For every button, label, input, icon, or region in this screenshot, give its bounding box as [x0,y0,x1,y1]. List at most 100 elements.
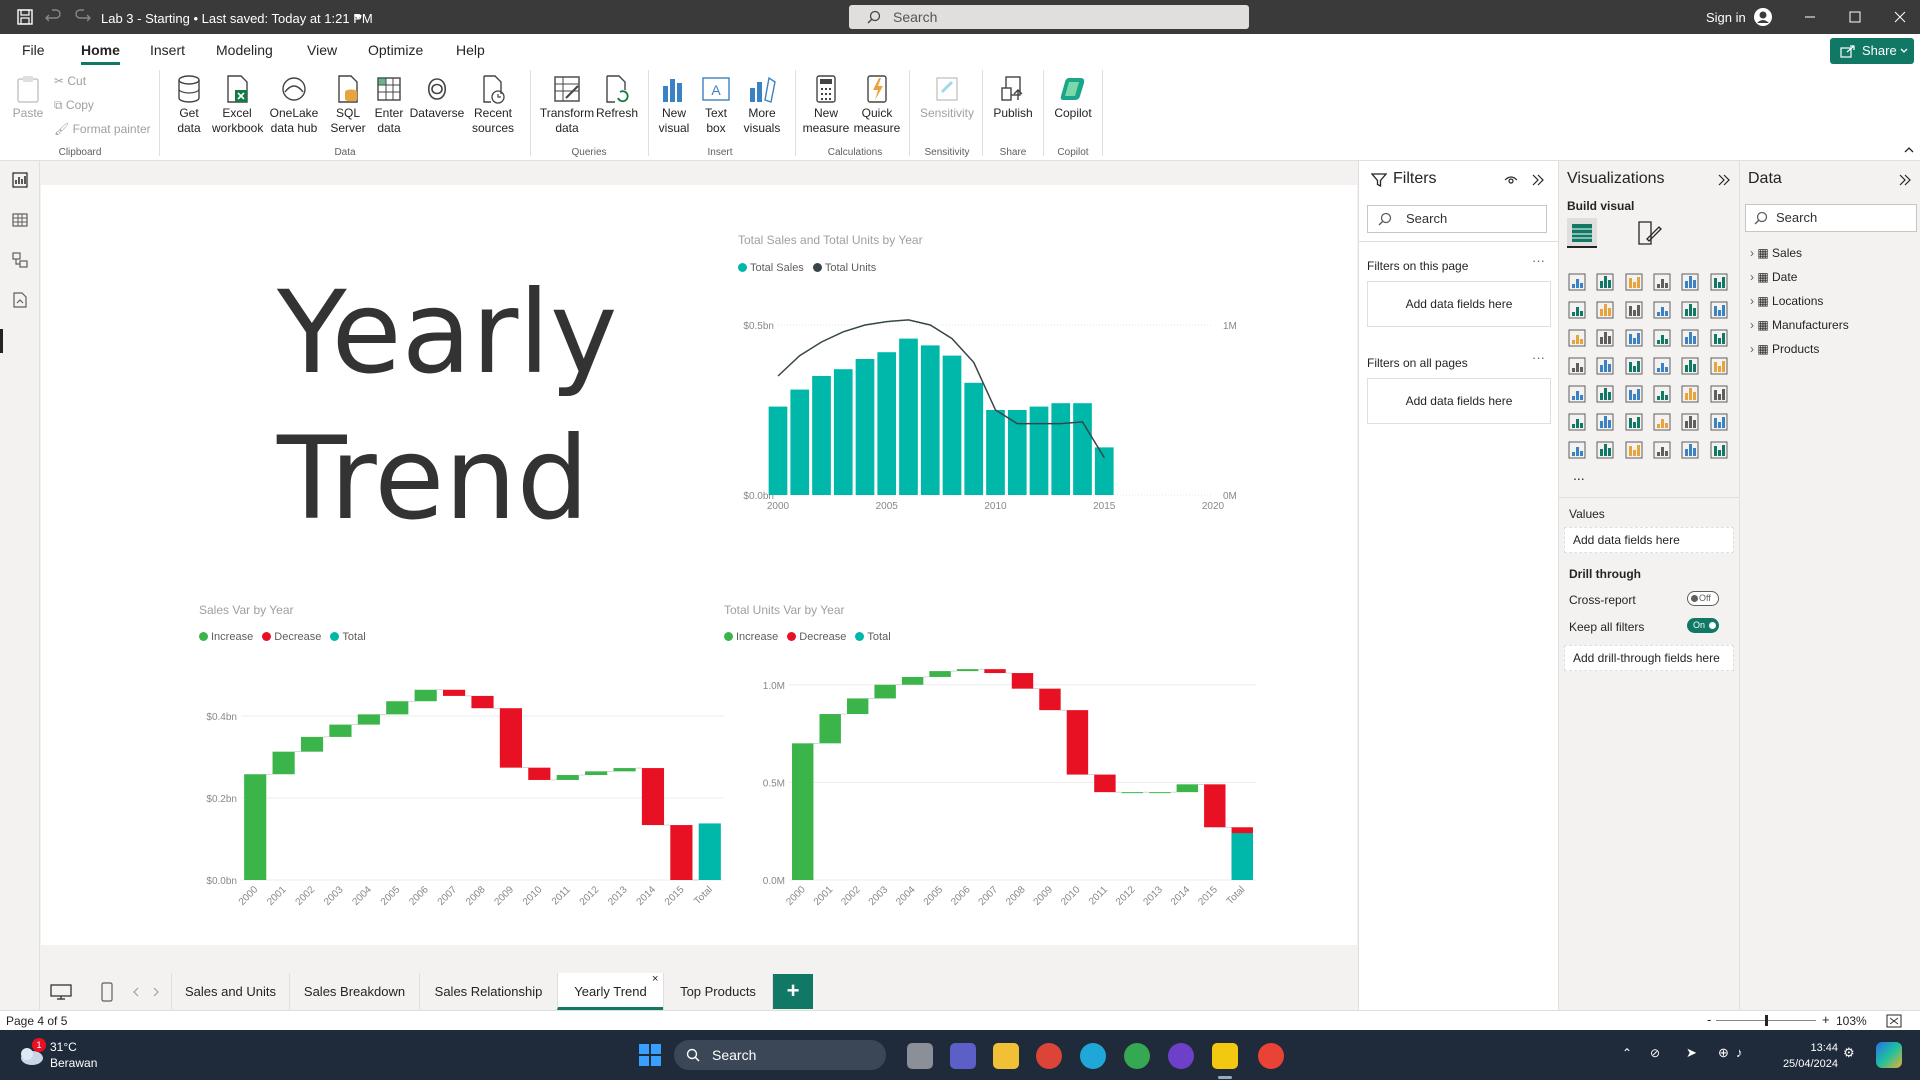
scatter-icon[interactable] [1624,328,1644,348]
metrics-icon[interactable] [1709,412,1729,432]
legend-item[interactable]: Total [855,631,891,643]
table-item-locations[interactable]: › ▦ Locations [1750,294,1823,308]
minimize-icon[interactable] [1800,8,1820,26]
100-column-icon[interactable] [1709,272,1729,292]
table-item-manufacturers[interactable]: › ▦ Manufacturers [1750,318,1849,332]
filters-search-input[interactable]: Search [1367,205,1547,233]
add-page-button[interactable]: + [773,974,813,1009]
treemap-icon[interactable] [1709,328,1729,348]
location-icon[interactable]: ➤ [1686,1045,1697,1061]
data-search-input[interactable]: Search [1745,204,1917,232]
legend-item[interactable]: Total Units [812,262,876,274]
mobile-layout-icon[interactable] [100,982,114,1002]
text-box-button[interactable]: A Text box [698,74,734,136]
format-painter-button[interactable]: 🖌 Format painter [54,122,151,136]
paginated-report-icon[interactable] [1567,440,1587,460]
cut-button[interactable]: ✂ Cut [54,74,86,88]
transform-data-button[interactable]: Transform data [538,74,596,136]
paste-button[interactable]: Paste [10,74,46,121]
funnel-icon[interactable] [1595,328,1615,348]
legend-item[interactable]: Decrease [262,631,321,643]
table-item-sales[interactable]: › ▦ Sales [1750,246,1802,260]
sql-server-button[interactable]: SQL Server [328,74,368,136]
clustered-column-icon[interactable] [1652,272,1672,292]
maximize-icon[interactable] [1845,8,1865,26]
publish-button[interactable]: Publish [990,74,1036,121]
r-visual-icon[interactable] [1709,384,1729,404]
tab-sales-and-units[interactable]: Sales and Units [171,973,289,1010]
fit-to-page-icon[interactable] [1886,1014,1902,1028]
save-icon[interactable] [16,8,34,26]
collapse-ribbon-icon[interactable] [1904,146,1914,154]
account-icon[interactable] [1753,7,1773,27]
shape-map-icon[interactable] [1624,356,1644,376]
drill-through-well[interactable]: Add drill-through fields here [1564,645,1734,671]
gauge-icon[interactable] [1680,356,1700,376]
donut-icon[interactable] [1680,328,1700,348]
table-icon[interactable] [1652,384,1672,404]
clock[interactable]: 13:44 25/04/2024 [1770,1040,1838,1072]
slicer-icon[interactable] [1624,384,1644,404]
legend-item[interactable]: Decrease [787,631,846,643]
stacked-area-icon[interactable] [1624,300,1644,320]
area-chart-icon[interactable] [1595,300,1615,320]
stacked-column-icon[interactable] [1595,272,1615,292]
github-desktop-icon[interactable] [1168,1043,1194,1069]
more-options-icon[interactable]: ··· [1532,253,1545,268]
combo-chart[interactable]: $0.0bn$0.5bn0M1M2000 2005 2010 2015 2020 [738,305,1278,535]
excel-workbook-button[interactable]: Excel workbook [212,74,263,136]
document-title[interactable]: Lab 3 - Starting • Last saved: Today at … [101,11,373,26]
menu-home[interactable]: Home [81,42,120,65]
tab-top-products[interactable]: Top Products [663,973,773,1010]
zoom-out-icon[interactable]: - [1707,1012,1711,1027]
filters-all-pages-well[interactable]: Add data fields here [1367,378,1551,424]
filled-map-icon[interactable] [1595,356,1615,376]
windows-start-icon[interactable] [638,1043,662,1067]
menu-help[interactable]: Help [456,42,485,58]
legend-item[interactable]: Increase [724,631,778,643]
network-off-icon[interactable]: ⊘ [1650,1046,1660,1060]
100-bar-icon[interactable] [1680,272,1700,292]
report-page[interactable]: Yearly Trend Total Sales and Total Units… [41,185,1357,945]
title-search-box[interactable]: Search [849,5,1249,29]
units-waterfall-chart[interactable]: 0.0M 0.5M 1.0M 2000 2001 2002 2003 2004 2005 2006… [716,665,1276,945]
collapse-pane-icon[interactable] [1531,173,1545,187]
page-title-textbox[interactable]: Yearly Trend [277,260,618,552]
recent-sources-button[interactable]: Recent sources [466,74,520,136]
zoom-slider-thumb[interactable] [1765,1015,1768,1026]
menu-view[interactable]: View [307,42,337,58]
volume-icon[interactable]: ♪ [1736,1045,1743,1060]
pie-icon[interactable] [1652,328,1672,348]
close-tab-icon[interactable]: × [652,961,658,998]
power-automate-icon[interactable] [1624,440,1644,460]
next-page-icon[interactable] [152,987,160,997]
more-options-icon[interactable]: ··· [1532,350,1545,365]
menu-modeling[interactable]: Modeling [216,42,273,58]
teams-icon[interactable] [950,1043,976,1069]
undo-icon[interactable] [44,8,62,26]
new-measure-button[interactable]: New measure [802,74,850,136]
redo-icon[interactable] [74,8,92,26]
tray-chevron-up-icon[interactable]: ⌃ [1622,1046,1632,1060]
format-visual-icon[interactable] [1635,219,1663,247]
get-data-button[interactable]: Get data [168,74,210,136]
azure-map-icon[interactable] [1652,356,1672,376]
tab-sales-relationship[interactable]: Sales Relationship [419,973,557,1010]
weather-description[interactable]: Berawan [50,1056,97,1070]
tab-yearly-trend[interactable]: Yearly Trend × [557,973,663,1010]
smart-narrative-icon[interactable] [1680,412,1700,432]
clustered-bar-icon[interactable] [1624,272,1644,292]
tab-sales-breakdown[interactable]: Sales Breakdown [289,973,419,1010]
table-item-products[interactable]: › ▦ Products [1750,342,1819,356]
copilot-narrative-icon[interactable] [1709,440,1729,460]
weather-temperature[interactable]: 31°C [50,1040,77,1054]
legend-item[interactable]: Increase [199,631,253,643]
power-bi-icon[interactable] [1212,1043,1238,1069]
key-influencers-icon[interactable] [1595,412,1615,432]
decomposition-tree-icon[interactable] [1624,412,1644,432]
sales-waterfall-chart[interactable]: $0.0bn$0.2bn$0.4bn2000 2001 2002 2003 2004 20… [191,665,731,945]
task-view-icon[interactable] [907,1043,933,1069]
close-icon[interactable] [1890,8,1910,26]
stacked-bar-icon[interactable] [1567,272,1587,292]
menu-insert[interactable]: Insert [150,42,185,58]
